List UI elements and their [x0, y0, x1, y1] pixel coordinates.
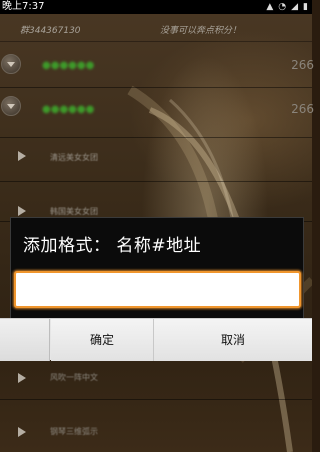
list-item[interactable]: 清远美女女团: [0, 138, 312, 182]
expand-icon[interactable]: [1, 54, 21, 74]
list-row-name: ●●●●●●: [42, 104, 95, 115]
signal-bars-icon: ◢: [291, 2, 299, 12]
list-item[interactable]: 钢琴三维弧示: [0, 400, 312, 452]
app-header: 群344367130 没事可以奔点积分！: [0, 14, 312, 42]
play-icon: [18, 151, 26, 161]
list-item[interactable]: 风吹一阵中文: [0, 360, 312, 400]
ok-button[interactable]: 确定: [51, 319, 153, 361]
list-item-label: 钢琴三维弧示: [50, 427, 98, 436]
list-row[interactable]: ●●●●●● 266: [0, 88, 314, 138]
group-number-text: 群344367130: [20, 26, 81, 36]
list-row-count: 266: [291, 102, 314, 116]
battery-icon: ▮: [303, 2, 308, 12]
play-icon: [18, 427, 26, 437]
list-item-label: 清远美女女团: [50, 153, 98, 162]
button-bar-edge: [0, 319, 50, 361]
signal-icon: ▲: [266, 2, 274, 12]
status-time: 晚上7:37: [2, 1, 45, 12]
list-item-label: 风吹一阵中文: [50, 373, 98, 382]
play-icon: [18, 373, 26, 383]
status-icons: ▲ ◔ ◢ ▮: [266, 0, 308, 14]
dialog-title: 添加格式： 名称#地址: [23, 236, 202, 256]
add-entry-dialog: 添加格式： 名称#地址: [10, 217, 304, 320]
list-row-count: 266: [291, 58, 314, 72]
list-item-label: 韩国美女女团: [50, 207, 98, 216]
expand-icon[interactable]: [1, 96, 21, 116]
list-row-name: ●●●●●●: [42, 60, 95, 71]
wifi-icon: ◔: [278, 2, 287, 12]
status-bar: 晚上7:37 ▲ ◔ ◢ ▮: [0, 0, 312, 14]
dialog-button-bar: 确定 取消: [0, 318, 312, 361]
list-row[interactable]: ●●●●●● 266: [0, 42, 314, 88]
play-icon: [18, 206, 26, 216]
cancel-button[interactable]: 取消: [153, 319, 312, 361]
entry-input[interactable]: [14, 271, 301, 308]
list-item[interactable]: 韩国美女女团: [0, 182, 312, 222]
header-hint-text: 没事可以奔点积分！: [160, 26, 242, 36]
